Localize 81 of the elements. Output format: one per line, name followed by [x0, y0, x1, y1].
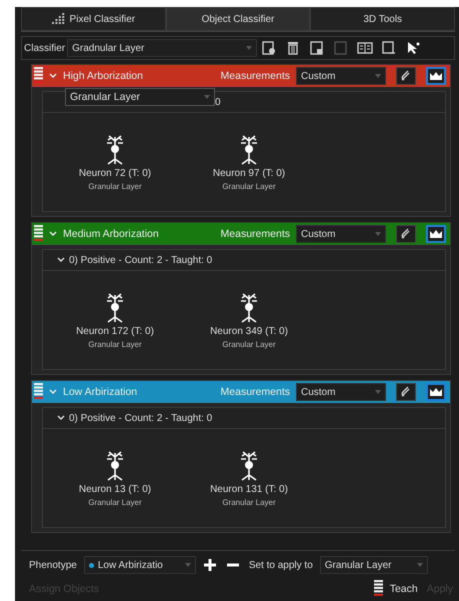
category-summary: 0 — [215, 96, 221, 108]
category-summary: 0) Positive - Count: 2 - Taught: 0 — [69, 254, 212, 266]
measurements-dropdown[interactable]: Custom — [296, 383, 386, 401]
brush-button[interactable] — [396, 225, 416, 243]
object-title: Neuron 349 (T: 0) — [210, 326, 288, 337]
crown-icon — [430, 72, 442, 80]
crown-button[interactable] — [426, 67, 446, 85]
class-name: Medium Arborization — [63, 228, 160, 240]
dropdown-arrow-icon — [416, 563, 423, 567]
chevron-down-icon[interactable] — [49, 231, 57, 237]
object-title: Neuron 13 (T: 0) — [78, 484, 152, 495]
chevron-down-icon — [57, 257, 65, 263]
category-summary: 0) Positive - Count: 2 - Taught: 0 — [69, 412, 212, 424]
stripes-icon — [34, 225, 43, 243]
apply-to-label: Set to apply to — [248, 560, 314, 570]
crown-button[interactable] — [426, 383, 446, 401]
phenotype-dropdown[interactable]: Low Arbirizatio — [84, 556, 196, 574]
document-icon — [310, 41, 324, 55]
cursor-icon — [406, 41, 420, 55]
object-layer: Granular Layer — [222, 340, 276, 349]
minus-icon — [226, 563, 240, 567]
class-name: Low Arbirization — [63, 386, 138, 398]
neuron-icon — [104, 133, 126, 165]
document-add-icon — [262, 41, 276, 55]
brush-button[interactable] — [396, 383, 416, 401]
chevron-down-icon[interactable] — [49, 389, 57, 395]
object-title: Neuron 72 (T: 0) — [78, 168, 152, 179]
object-title: Neuron 131 (T: 0) — [210, 484, 288, 495]
neuron-icon — [238, 133, 260, 165]
plus-icon — [202, 558, 217, 572]
phenotype-label: Phenotype — [28, 560, 78, 570]
document-icon — [382, 41, 396, 55]
neuron-icon — [104, 291, 126, 323]
stripes-icon — [34, 383, 43, 401]
layer-dropdown[interactable]: Granular Layer — [65, 88, 215, 106]
object-layer: Granular Layer — [222, 182, 276, 191]
dropdown-arrow-icon — [375, 390, 381, 394]
brush-icon — [400, 70, 412, 82]
tab[interactable]: 3D Tools — [310, 7, 456, 31]
dropdown-arrow-icon — [375, 74, 381, 78]
class-name: High Arborization — [63, 70, 144, 82]
object-layer: Granular Layer — [88, 182, 142, 191]
brush-icon — [400, 228, 412, 240]
object-title: Neuron 172 (T: 0) — [76, 326, 154, 337]
stripes-icon — [34, 67, 43, 85]
neuron-icon — [104, 449, 126, 481]
measurements-label: Measurements — [220, 70, 290, 82]
teach-button[interactable]: Teach — [388, 583, 420, 595]
neuron-icon — [238, 449, 260, 481]
dropdown-arrow-icon — [184, 563, 191, 567]
crown-icon — [430, 388, 442, 396]
apply-to-dropdown[interactable]: Granular Layer — [320, 556, 428, 574]
crown-button[interactable] — [426, 225, 446, 243]
measurements-dropdown[interactable]: Custom — [296, 225, 386, 243]
crown-icon — [430, 230, 442, 238]
document-icon — [334, 41, 348, 55]
object-layer: Granular Layer — [88, 498, 142, 507]
object-layer: Granular Layer — [222, 498, 276, 507]
measurements-dropdown[interactable]: Custom — [296, 67, 386, 85]
category-row[interactable]: Granular Layer 0 — [42, 91, 446, 113]
tab[interactable]: Object Classifier — [166, 7, 310, 31]
classifier-dropdown[interactable]: Gradnular Layer — [67, 39, 258, 57]
dropdown-arrow-icon — [204, 95, 210, 99]
brush-button[interactable] — [396, 67, 416, 85]
tab[interactable]: Pixel Classifier — [21, 7, 166, 31]
measurements-label: Measurements — [220, 228, 290, 240]
chevron-down-icon[interactable] — [49, 73, 57, 79]
stripes-icon — [374, 580, 383, 598]
columns-icon — [357, 41, 374, 55]
classifier-label: Classifier — [23, 42, 66, 54]
dropdown-arrow-icon — [375, 232, 381, 236]
category-row[interactable]: 0) Positive - Count: 2 - Taught: 0 — [42, 249, 446, 271]
dropdown-arrow-icon — [246, 46, 252, 50]
object-layer: Granular Layer — [88, 340, 142, 349]
trash-icon — [286, 41, 300, 55]
chevron-down-icon — [57, 415, 65, 421]
measurements-label: Measurements — [220, 386, 290, 398]
object-title: Neuron 97 (T: 0) — [212, 168, 286, 179]
neuron-icon — [238, 291, 260, 323]
brush-icon — [400, 386, 412, 398]
category-row[interactable]: 0) Positive - Count: 2 - Taught: 0 — [42, 407, 446, 429]
